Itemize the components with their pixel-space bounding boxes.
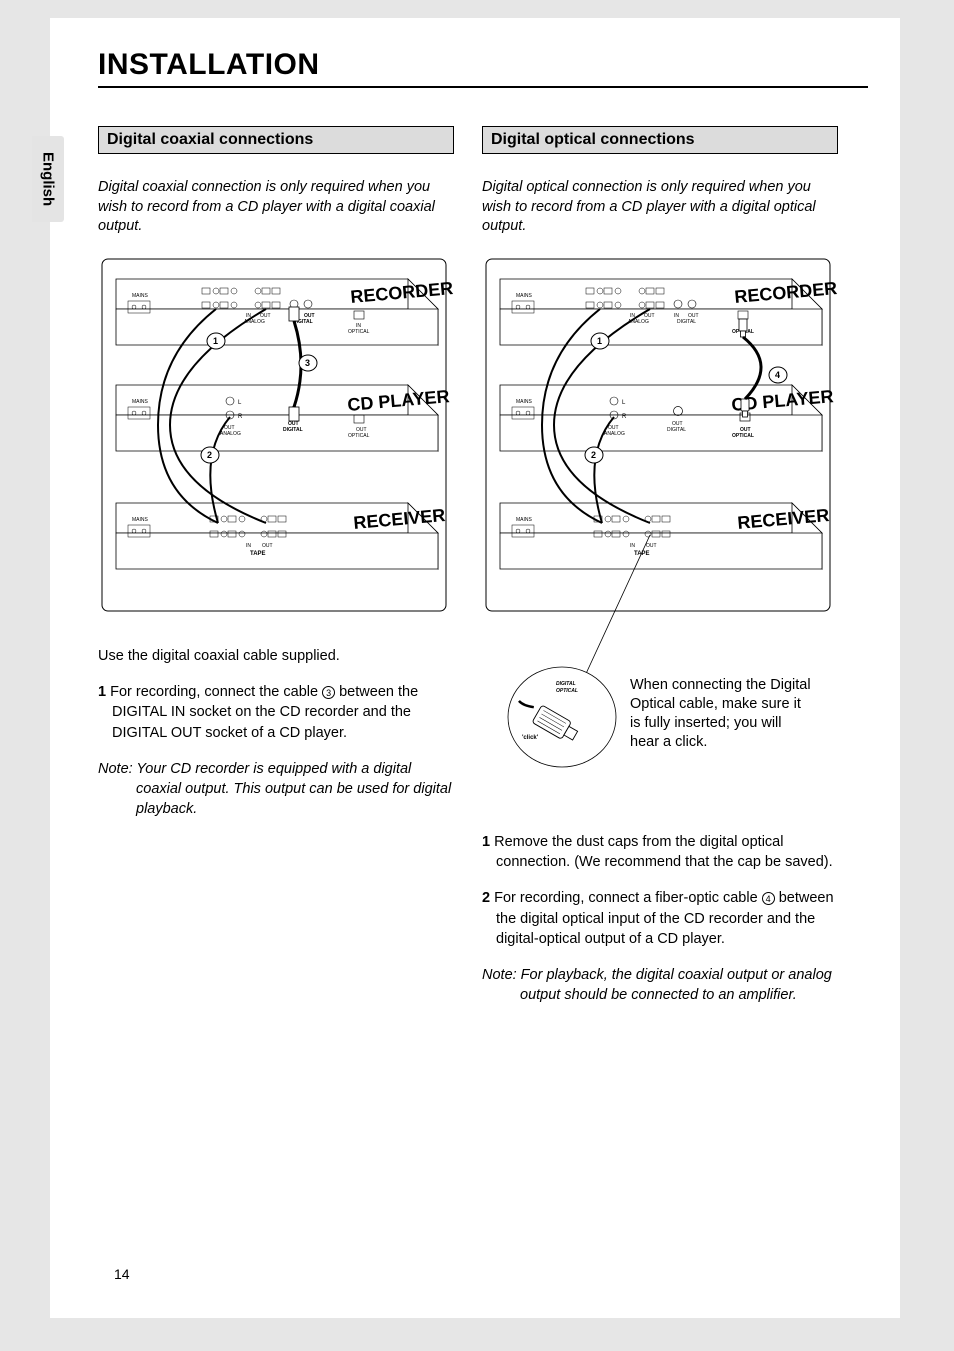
svg-text:ANALOG: ANALOG [604, 431, 625, 437]
svg-text:MAINS: MAINS [132, 399, 149, 405]
coaxial-note: Note: Your CD recorder is equipped with … [98, 759, 454, 820]
svg-text:DIGITAL: DIGITAL [556, 681, 576, 687]
svg-text:IN: IN [246, 543, 251, 549]
optical-step-2: 2 For recording, connect a fiber-optic c… [482, 888, 838, 949]
svg-text:'click': 'click' [522, 735, 539, 741]
svg-text:3: 3 [305, 358, 310, 368]
svg-text:DIGITAL: DIGITAL [283, 427, 303, 433]
right-column: Digital optical connections Digital opti… [482, 126, 838, 1020]
svg-text:OPTICAL: OPTICAL [556, 688, 578, 694]
svg-text:2: 2 [591, 450, 596, 460]
optical-note: Note: For playback, the digital coaxial … [482, 965, 838, 1006]
coaxial-step-1: 1 For recording, connect the cable 3 bet… [98, 682, 454, 743]
svg-text:hear a click.: hear a click. [630, 734, 707, 750]
svg-text:R: R [238, 414, 243, 420]
optical-callout-line1: When connecting the Digital [630, 677, 811, 693]
svg-text:4: 4 [775, 370, 780, 380]
svg-text:MAINS: MAINS [516, 399, 533, 405]
svg-text:2: 2 [207, 450, 212, 460]
coaxial-diagram: RECORDER MAINS IN OUT ANALOG [98, 255, 454, 615]
svg-text:TAPE: TAPE [250, 551, 266, 557]
coaxial-intro: Digital coaxial connection is only requi… [98, 178, 454, 237]
optical-plug-top-icon [739, 319, 747, 337]
svg-text:ANALOG: ANALOG [220, 431, 241, 437]
svg-text:R: R [622, 414, 627, 420]
page-header: INSTALLATION [98, 48, 868, 88]
language-label: English [40, 152, 57, 206]
svg-text:Optical cable, make sure it: Optical cable, make sure it [630, 696, 801, 712]
page-number: 14 [114, 1266, 130, 1282]
left-column: Digital coaxial connections Digital coax… [98, 126, 454, 834]
section-title-coaxial: Digital coaxial connections [98, 126, 454, 154]
optical-plug-bottom-icon [741, 399, 749, 417]
svg-text:MAINS: MAINS [516, 293, 533, 299]
optical-step-1: 1 Remove the dust caps from the digital … [482, 832, 838, 873]
svg-text:OPTICAL: OPTICAL [348, 433, 370, 439]
optical-diagram: RECORDER MAINS IN OUT ANALOG IN OUT [482, 255, 838, 805]
manual-page: INSTALLATION English Digital coaxial con… [50, 18, 900, 1318]
cable-number-3-icon: 3 [322, 686, 335, 699]
coaxial-lead: Use the digital coaxial cable supplied. [98, 646, 454, 666]
svg-text:OPTICAL: OPTICAL [348, 329, 370, 335]
cable-number-4-icon: 4 [762, 892, 775, 905]
svg-text:DIGITAL: DIGITAL [677, 319, 696, 325]
svg-text:DIGITAL: DIGITAL [667, 427, 686, 433]
svg-text:OPTICAL: OPTICAL [732, 433, 754, 439]
cdplayer-panel: CD PLAYER MAINS L R OUT ANALOG OUT DIGIT… [116, 385, 450, 451]
svg-text:MAINS: MAINS [132, 517, 149, 523]
svg-text:is fully inserted; you will: is fully inserted; you will [630, 715, 782, 731]
optical-intro: Digital optical connection is only requi… [482, 178, 838, 237]
svg-text:1: 1 [213, 336, 218, 346]
receiver-panel: RECEIVER MAINS IN OUT TAPE [116, 503, 446, 569]
recorder-panel: RECORDER MAINS IN OUT ANALOG [116, 278, 454, 345]
svg-text:OUT: OUT [262, 543, 273, 549]
page-title: INSTALLATION [98, 48, 868, 82]
svg-text:MAINS: MAINS [516, 517, 533, 523]
svg-text:OUT: OUT [646, 543, 657, 549]
section-title-optical: Digital optical connections [482, 126, 838, 154]
svg-text:1: 1 [597, 336, 602, 346]
svg-text:MAINS: MAINS [132, 293, 149, 299]
language-tab: English [32, 136, 64, 222]
svg-text:IN: IN [630, 543, 635, 549]
